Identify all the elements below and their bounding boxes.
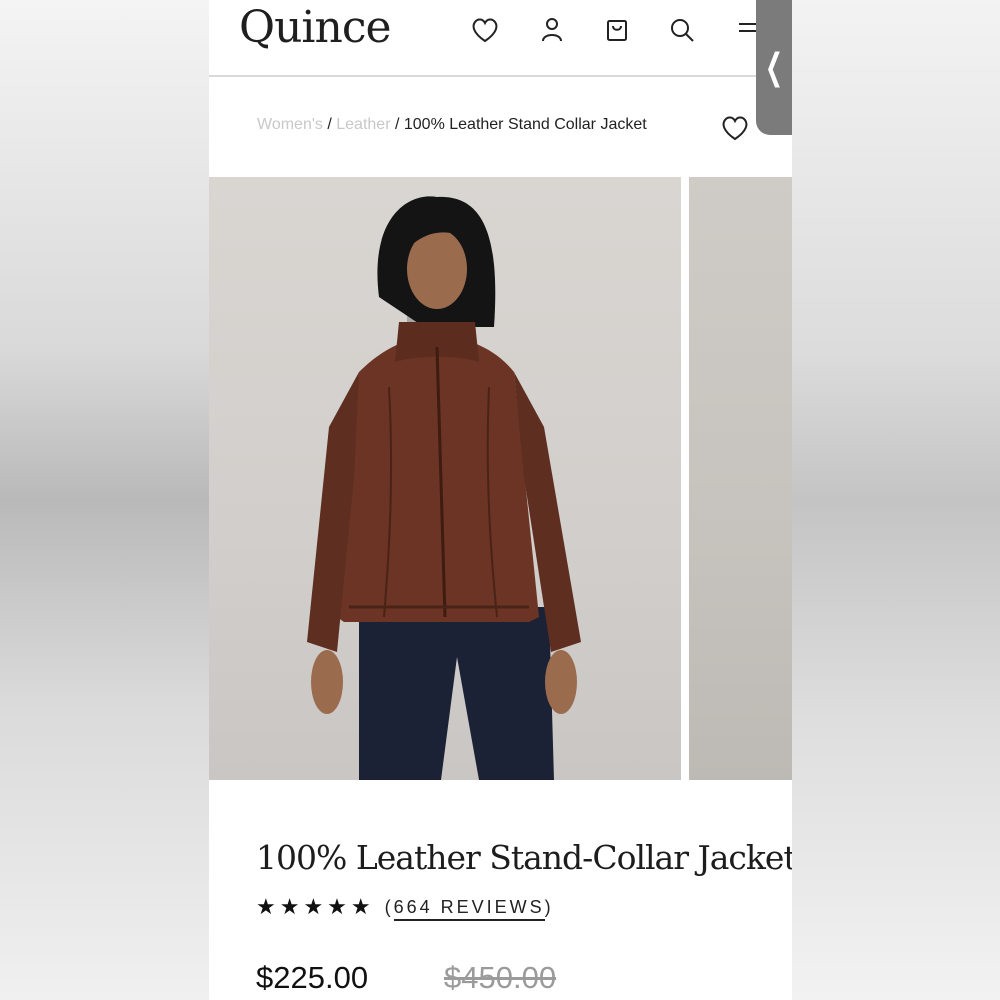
product-page: Quince ❮ Women's / Leather / 100% Leathe…: [209, 0, 792, 1000]
model-illustration: [307, 196, 581, 780]
heart-icon[interactable]: [467, 12, 503, 48]
original-price: $450.00: [444, 960, 557, 995]
reviews-link[interactable]: (664 REVIEWS): [384, 897, 554, 921]
side-collapse-tab[interactable]: ❮: [756, 0, 792, 135]
site-header: Quince: [209, 0, 792, 77]
search-icon[interactable]: [664, 12, 700, 48]
breadcrumb: Women's / Leather / 100% Leather Stand C…: [257, 116, 647, 134]
left-backdrop: [0, 0, 209, 1000]
product-title: 100% Leather Stand-Collar Jacket: [256, 838, 792, 877]
breadcrumb-separator: /: [327, 116, 332, 133]
account-icon[interactable]: [534, 12, 570, 48]
reviews-open-paren: (: [384, 897, 394, 917]
brand-logo[interactable]: Quince: [239, 2, 392, 53]
reviews-label: 664 REVIEWS: [393, 897, 545, 921]
breadcrumb-current: 100% Leather Stand Collar Jacket: [403, 116, 647, 133]
reviews-close-paren: ): [544, 897, 554, 917]
breadcrumb-separator: /: [394, 116, 400, 133]
sale-price: $225.00: [256, 960, 369, 995]
breadcrumb-link-leather[interactable]: Leather: [336, 116, 390, 133]
star-rating-icon: ★★★★★: [256, 895, 375, 920]
shopping-bag-icon[interactable]: [599, 12, 635, 48]
right-backdrop: [792, 0, 1000, 1000]
product-rating: ★★★★★ (664 REVIEWS): [256, 895, 554, 921]
wishlist-heart-icon[interactable]: [719, 112, 751, 144]
chevron-left-icon: ❮: [764, 47, 784, 88]
product-image-next[interactable]: [689, 177, 792, 780]
breadcrumb-link-womens[interactable]: Women's: [257, 116, 323, 133]
product-image-main[interactable]: [209, 177, 681, 780]
